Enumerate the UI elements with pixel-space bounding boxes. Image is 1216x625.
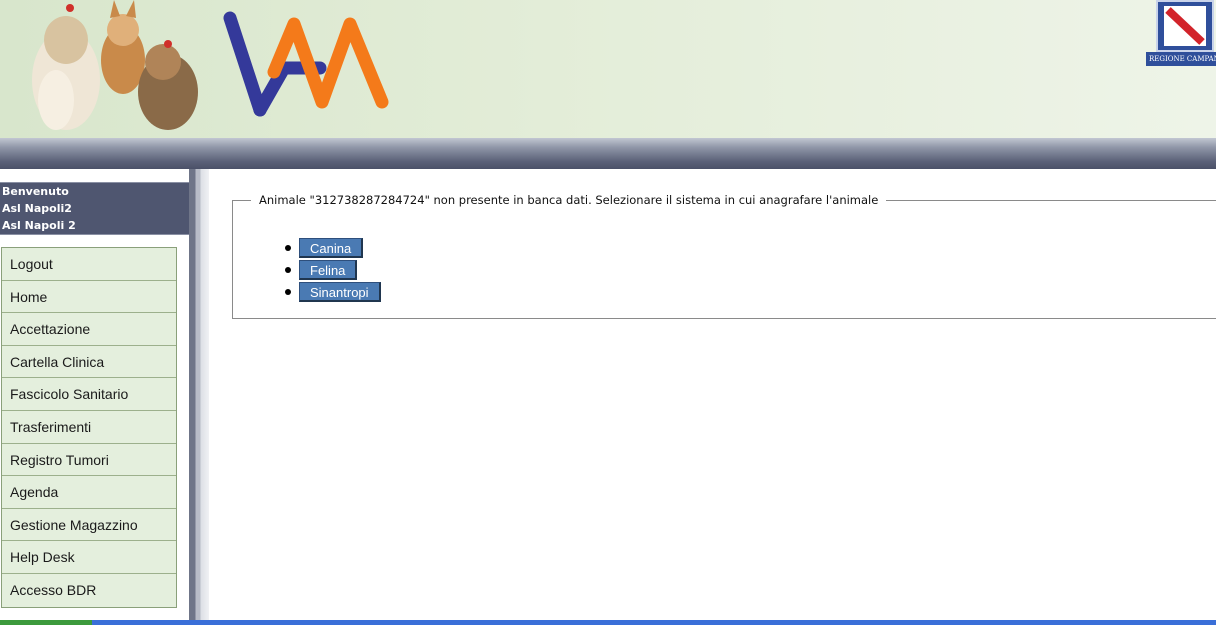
species-selection-fieldset: Animale "312738287284724" non presente i… (232, 193, 1216, 319)
sidebar-item-logout[interactable]: Logout (2, 248, 176, 281)
sidebar-item-gestione-magazzino[interactable]: Gestione Magazzino (2, 508, 176, 542)
start-button[interactable] (0, 620, 92, 625)
user-asl: Asl Napoli2 (2, 202, 72, 215)
sidebar-menu: Logout Home Accettazione Cartella Clinic… (1, 247, 177, 608)
sidebar-item-fascicolo-sanitario[interactable]: Fascicolo Sanitario (2, 378, 176, 411)
sinantropi-button[interactable]: Sinantropi (299, 282, 381, 302)
dogs-banner-image (32, 0, 198, 130)
sidebar-item-accettazione[interactable]: Accettazione (2, 313, 176, 346)
sidebar-item-trasferimenti[interactable]: Trasferimenti (2, 410, 176, 444)
sidebar-item-cartella-clinica[interactable]: Cartella Clinica (2, 345, 176, 379)
fieldset-legend: Animale "312738287284724" non presente i… (251, 193, 887, 207)
shield-icon (1156, 0, 1214, 52)
header-stripe (0, 138, 1216, 169)
welcome-panel: Benvenuto Asl Napoli2 Asl Napoli 2 (0, 182, 189, 235)
canina-button[interactable]: Canina (299, 238, 364, 258)
welcome-text: Benvenuto (2, 185, 69, 198)
sidebar-item-help-desk[interactable]: Help Desk (2, 541, 176, 574)
sidebar-item-home[interactable]: Home (2, 280, 176, 314)
sidebar-item-registro-tumori[interactable]: Registro Tumori (2, 443, 176, 477)
vam-logo (223, 11, 389, 117)
sidebar-item-accesso-bdr[interactable]: Accesso BDR (2, 573, 176, 607)
regione-campania-logo: REGIONE CAMPANIA (1146, 0, 1216, 70)
felina-button[interactable]: Felina (299, 260, 358, 280)
bullet-icon (285, 245, 291, 251)
os-taskbar (0, 620, 1216, 625)
region-label: REGIONE CAMPANIA (1146, 52, 1216, 66)
bullet-icon (285, 289, 291, 295)
sidebar-item-agenda[interactable]: Agenda (2, 476, 176, 509)
bullet-icon (285, 267, 291, 273)
sidebar: Benvenuto Asl Napoli2 Asl Napoli 2 Logou… (0, 169, 189, 621)
sidebar-divider (189, 169, 209, 621)
page-header: REGIONE CAMPANIA (0, 0, 1216, 138)
user-asl-name: Asl Napoli 2 (2, 219, 76, 232)
